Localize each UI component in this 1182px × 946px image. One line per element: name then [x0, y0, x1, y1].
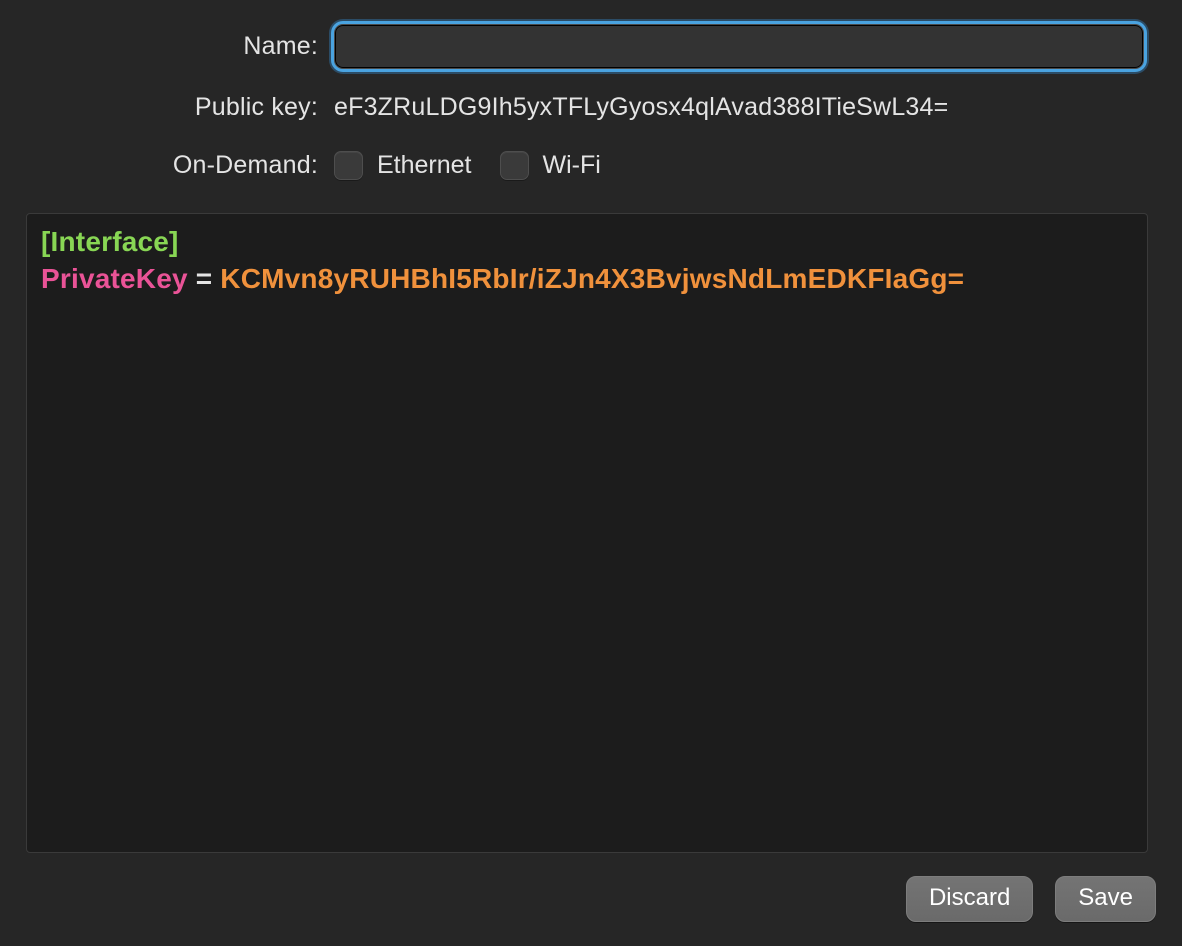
editor-key-token: PrivateKey [41, 263, 188, 294]
public-key-label: Public key: [26, 93, 318, 122]
on-demand-ethernet-label: Ethernet [377, 151, 472, 180]
discard-button[interactable]: Discard [906, 876, 1033, 922]
tunnel-form: Name: Public key: eF3ZRuLDG9Ih5yxTFLyGyo… [26, 24, 1156, 185]
name-input[interactable] [334, 24, 1144, 69]
tunnel-edit-sheet: Name: Public key: eF3ZRuLDG9Ih5yxTFLyGyo… [0, 0, 1182, 946]
on-demand-ethernet-option: Ethernet [334, 151, 472, 180]
on-demand-wifi-checkbox[interactable] [500, 151, 529, 180]
save-button[interactable]: Save [1055, 876, 1156, 922]
on-demand-wifi-option: Wi-Fi [500, 151, 601, 180]
editor-equals-token: = [188, 263, 221, 294]
name-label: Name: [26, 32, 318, 61]
on-demand-ethernet-checkbox[interactable] [334, 151, 363, 180]
config-editor[interactable]: [Interface] PrivateKey = KCMvn8yRUHBhI5R… [26, 213, 1148, 853]
name-field [334, 24, 1156, 69]
on-demand-label: On-Demand: [26, 151, 318, 180]
public-key-value: eF3ZRuLDG9Ih5yxTFLyGyosx4qlAvad388ITieSw… [334, 93, 948, 122]
on-demand-field: Ethernet Wi-Fi [334, 145, 1156, 185]
editor-section-token: [Interface] [41, 226, 179, 257]
dialog-footer: Discard Save [906, 876, 1156, 922]
public-key-field: eF3ZRuLDG9Ih5yxTFLyGyosx4qlAvad388ITieSw… [334, 87, 1156, 127]
editor-value-token: KCMvn8yRUHBhI5RbIr/iZJn4X3BvjwsNdLmEDKFI… [220, 263, 964, 294]
on-demand-wifi-label: Wi-Fi [543, 151, 601, 180]
